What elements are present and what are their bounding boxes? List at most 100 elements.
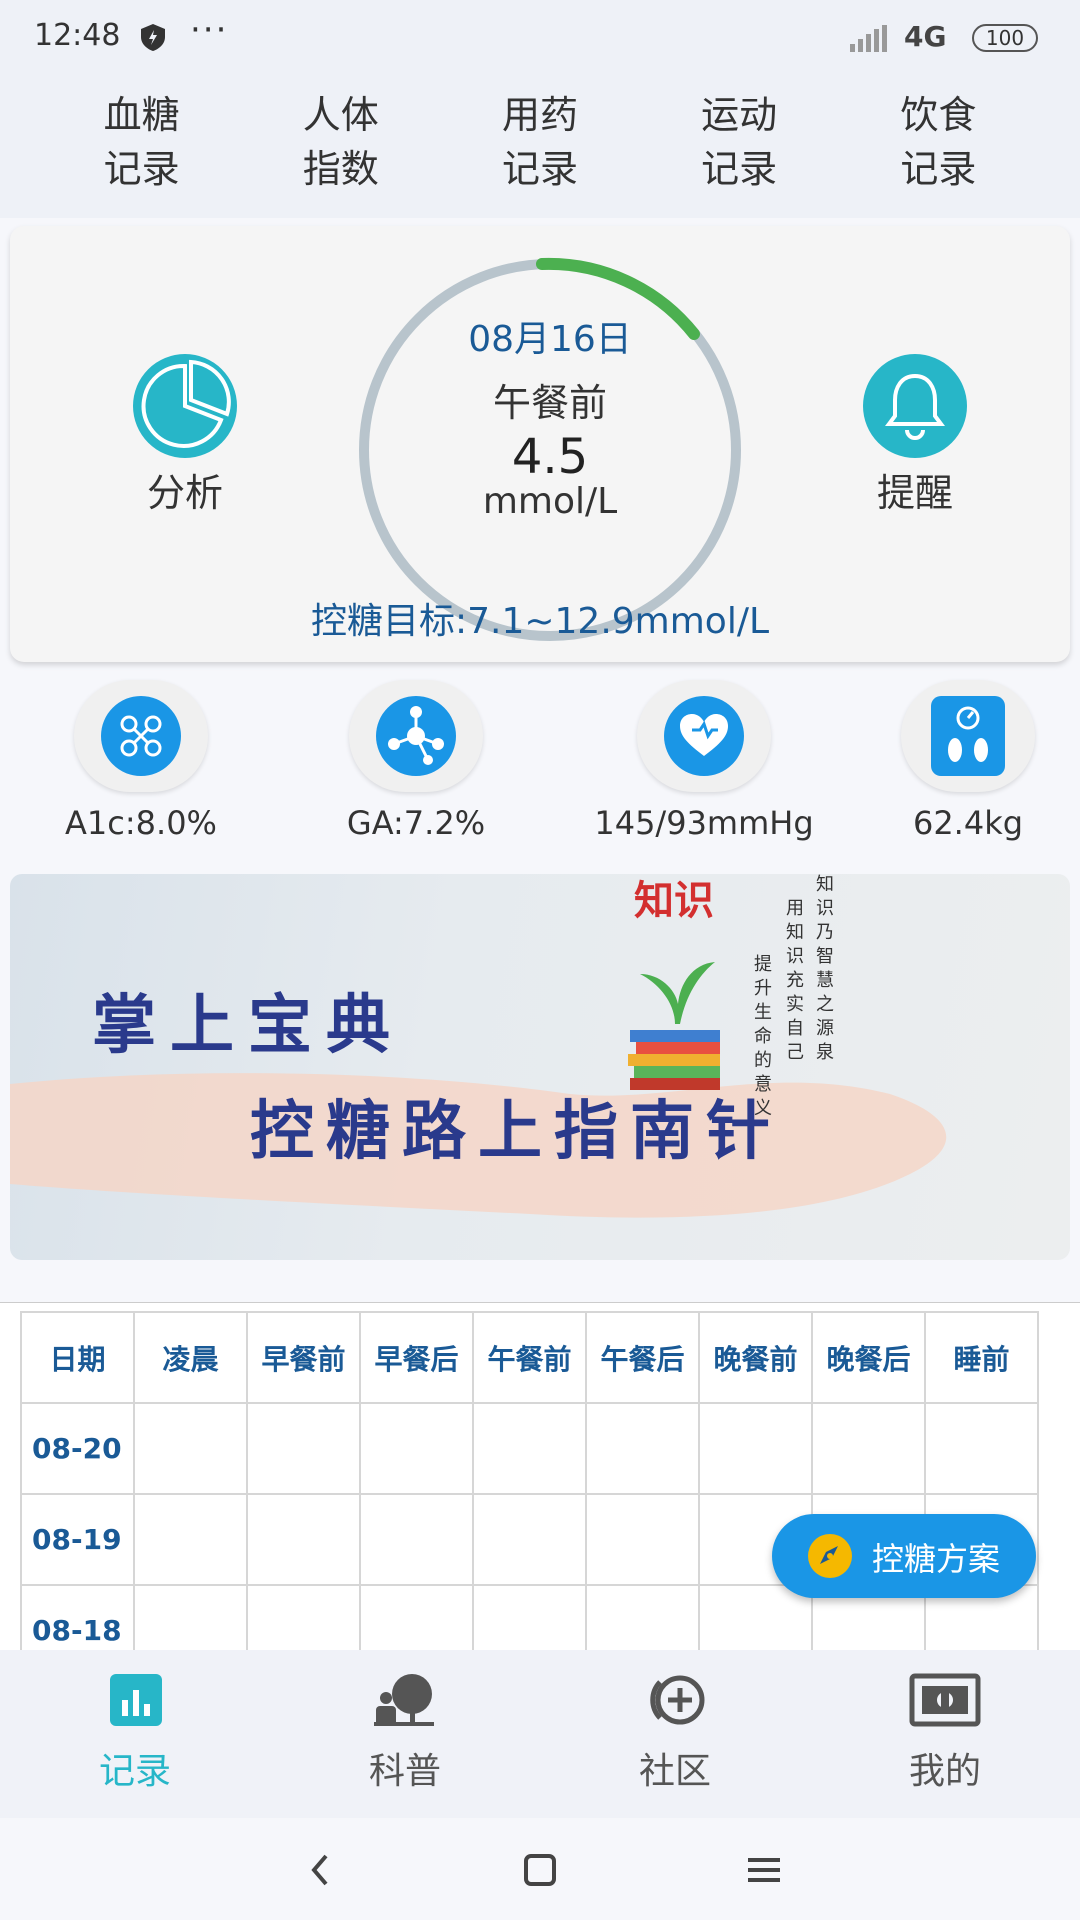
- col-header: 早餐前: [246, 1311, 361, 1404]
- analysis-button[interactable]: 分析: [120, 354, 250, 517]
- table-cell[interactable]: [585, 1493, 700, 1586]
- tab-records-label: 记录: [98, 1751, 171, 1792]
- table-cell[interactable]: [359, 1584, 474, 1651]
- table-cell[interactable]: [472, 1584, 587, 1651]
- col-header: 晚餐后: [811, 1311, 926, 1404]
- col-header: 午餐前: [472, 1311, 587, 1404]
- glucose-plan-button[interactable]: 控糖方案: [772, 1514, 1036, 1598]
- system-navigation-bar: [0, 1818, 1080, 1920]
- reminder-button[interactable]: 提醒: [850, 354, 980, 517]
- menu-icon[interactable]: [734, 1846, 794, 1894]
- table-cell[interactable]: [698, 1584, 813, 1651]
- health-metrics-row: A1c:8.0% GA:7.2% 145/93mmHg 62.4kg: [0, 680, 1080, 850]
- table-cell[interactable]: [246, 1493, 361, 1586]
- col-header: 晚餐前: [698, 1311, 813, 1404]
- nav-body-index[interactable]: 人体 指数: [266, 78, 416, 218]
- home-icon[interactable]: [510, 1846, 570, 1894]
- table-cell[interactable]: [698, 1402, 813, 1495]
- table-cell[interactable]: [133, 1402, 248, 1495]
- reading-value: 4.5: [511, 429, 589, 485]
- pie-chart-icon: [133, 354, 237, 458]
- tab-science-label: 科普: [368, 1751, 441, 1792]
- nav-medication-record[interactable]: 用药 记录: [465, 78, 615, 218]
- status-dots: ···: [190, 10, 229, 50]
- table-cell[interactable]: [359, 1402, 474, 1495]
- glucose-record-table: 日期 凌晨 早餐前 早餐后 午餐前 午餐后 晚餐前 晚餐后 睡前 08-20 0…: [0, 1302, 1080, 1651]
- glucose-plan-label: 控糖方案: [872, 1540, 1001, 1578]
- back-icon[interactable]: [290, 1846, 350, 1894]
- banner-logo: 知识: [634, 877, 714, 924]
- row-date: 08-19: [20, 1493, 135, 1586]
- compass-icon: [808, 1534, 852, 1578]
- network-type: 4G: [904, 20, 947, 53]
- bottom-tab-bar: 记录 科普 社区 我的: [0, 1650, 1080, 1818]
- table-row: 08-20: [20, 1402, 1039, 1495]
- reading-meal: 午餐前: [492, 381, 607, 425]
- row-date: 08-20: [20, 1402, 135, 1495]
- metric-weight-label: 62.4kg: [912, 804, 1024, 842]
- banner-title-1: 掌上宝典: [92, 988, 404, 1063]
- promo-banner[interactable]: 知识 知识乃智慧之源泉 用知识充实自己 提升生命的意义 掌上宝典 控糖路上指南针: [10, 874, 1070, 1260]
- nav-glucose-record[interactable]: 血糖 记录: [67, 78, 217, 218]
- record-category-nav: 血糖 记录 人体 指数 用药 记录 运动 记录 饮食 记录: [0, 78, 1080, 218]
- analysis-label: 分析: [146, 471, 223, 515]
- metric-blood-pressure[interactable]: 145/93mmHg: [584, 680, 824, 842]
- col-header: 日期: [20, 1311, 135, 1404]
- battery-indicator: 100: [972, 24, 1038, 52]
- shield-icon: [141, 24, 165, 51]
- col-header: 早餐后: [359, 1311, 474, 1404]
- table-cell[interactable]: [585, 1584, 700, 1651]
- tab-mine[interactable]: 我的: [855, 1670, 1035, 1794]
- tab-community-label: 社区: [638, 1751, 711, 1792]
- glucose-target: 控糖目标:7.1~12.9mmol/L: [310, 601, 770, 642]
- table-cell[interactable]: [811, 1402, 926, 1495]
- status-bar: 12:48 ··· 4G 100: [0, 0, 1080, 78]
- table-header-row: 日期 凌晨 早餐前 早餐后 午餐前 午餐后 晚餐前 晚餐后 睡前: [20, 1311, 1039, 1404]
- tab-mine-label: 我的: [908, 1751, 981, 1792]
- bar-chart-icon: [110, 1674, 162, 1726]
- banner-title-2: 控糖路上指南针: [250, 1094, 782, 1169]
- table-cell[interactable]: [359, 1493, 474, 1586]
- table-cell[interactable]: [133, 1584, 248, 1651]
- scale-icon: [931, 696, 1005, 776]
- metric-ga-label: GA:7.2%: [346, 804, 486, 842]
- community-add-icon: [650, 1675, 705, 1725]
- table-cell[interactable]: [133, 1493, 248, 1586]
- metric-bp-label: 145/93mmHg: [594, 804, 814, 842]
- table-cell[interactable]: [246, 1584, 361, 1651]
- molecule-link-icon: [101, 696, 181, 776]
- nav-exercise-record[interactable]: 运动 记录: [664, 78, 814, 218]
- row-date: 08-18: [20, 1584, 135, 1651]
- col-header: 午餐后: [585, 1311, 700, 1404]
- metric-weight[interactable]: 62.4kg: [848, 680, 1080, 842]
- signal-icon: [850, 25, 887, 52]
- status-time: 12:48: [34, 18, 121, 53]
- table-cell[interactable]: [924, 1402, 1039, 1495]
- metric-ga[interactable]: GA:7.2%: [296, 680, 536, 842]
- metric-a1c-label: A1c:8.0%: [65, 804, 217, 842]
- molecule-node-icon: [376, 696, 456, 776]
- table-cell[interactable]: [246, 1402, 361, 1495]
- reading-unit: mmol/L: [482, 481, 618, 522]
- table-cell[interactable]: [472, 1493, 587, 1586]
- bell-icon: [863, 354, 967, 458]
- person-tree-icon: [374, 1674, 434, 1726]
- heart-stethoscope-icon: [664, 696, 744, 776]
- glucose-reading[interactable]: 08月16日 午餐前 4.5 mmol/L: [350, 250, 750, 522]
- tab-community[interactable]: 社区: [585, 1670, 765, 1794]
- profile-card-icon: [909, 1673, 981, 1727]
- table-cell[interactable]: [585, 1402, 700, 1495]
- tab-science[interactable]: 科普: [315, 1670, 495, 1794]
- tab-records[interactable]: 记录: [45, 1670, 225, 1794]
- nav-diet-record[interactable]: 饮食 记录: [863, 78, 1013, 218]
- table-cell[interactable]: [472, 1402, 587, 1495]
- reading-date: 08月16日: [468, 319, 632, 360]
- metric-a1c[interactable]: A1c:8.0%: [21, 680, 261, 842]
- reminder-label: 提醒: [876, 471, 953, 515]
- banner-quote-2: 用知识充实自己: [783, 898, 804, 1066]
- col-header: 凌晨: [133, 1311, 248, 1404]
- books-plant-illustration: [620, 934, 730, 1094]
- col-header: 睡前: [924, 1311, 1039, 1404]
- banner-quote-1: 知识乃智慧之源泉: [813, 874, 834, 1066]
- glucose-summary-card: 分析 08月16日 午餐前 4.5 mmol/L 提醒 控糖目标:7.1~12.…: [10, 226, 1070, 662]
